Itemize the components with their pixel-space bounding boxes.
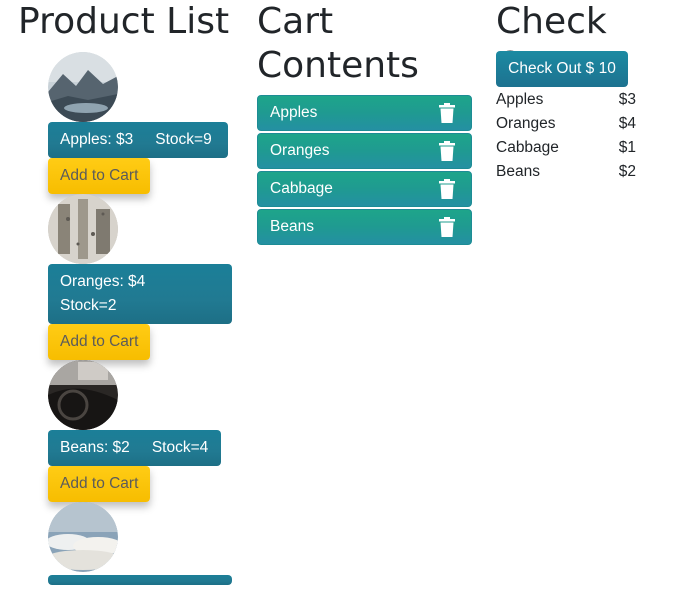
product-list: Apples: $3 Stock=9 Add to Cart Oranges: $… bbox=[48, 52, 238, 590]
summary-item-price: $2 bbox=[618, 163, 636, 180]
product-info: Beans: $2 Stock=4 bbox=[48, 430, 221, 466]
product-stock: Stock=9 bbox=[155, 131, 212, 148]
checkout-column: Check Out Check Out $ 10 Apples$3 Orange… bbox=[496, 0, 671, 180]
cart-item-label: Cabbage bbox=[270, 180, 333, 197]
product-item: Apples: $3 Stock=9 Add to Cart bbox=[48, 52, 238, 194]
cart-item-label: Apples bbox=[270, 104, 318, 121]
summary-item-price: $4 bbox=[618, 115, 636, 132]
cart-item: Cabbage bbox=[257, 171, 472, 207]
add-to-cart-button[interactable]: Add to Cart bbox=[48, 324, 151, 360]
trash-icon[interactable] bbox=[439, 141, 455, 161]
summary-row: Oranges $4 bbox=[496, 112, 636, 136]
summary-item-name: Oranges bbox=[496, 115, 556, 132]
cart-item-label: Oranges bbox=[270, 142, 330, 159]
product-image bbox=[48, 194, 118, 264]
product-info bbox=[48, 575, 232, 585]
product-stock: Stock=2 bbox=[60, 297, 117, 314]
cart-list: Apples Oranges Cabbage Beans bbox=[257, 95, 472, 247]
product-item: Beans: $2 Stock=4 Add to Cart bbox=[48, 360, 238, 502]
summary-item-price: $1 bbox=[618, 139, 636, 156]
trash-icon[interactable] bbox=[439, 179, 455, 199]
cart-item: Beans bbox=[257, 209, 472, 245]
summary-row: Apples $3 bbox=[496, 88, 636, 112]
cart-item-label: Beans bbox=[270, 218, 314, 235]
summary-item-name: Cabbage bbox=[496, 139, 559, 156]
product-item: Oranges: $4 Stock=2 Add to Cart bbox=[48, 194, 238, 360]
cart-title: Cart Contents bbox=[257, 1, 419, 86]
summary-row: Beans $2 bbox=[496, 160, 636, 184]
product-stock: Stock=4 bbox=[151, 439, 209, 456]
product-label: Apples: $3 bbox=[60, 131, 134, 148]
product-label: Oranges: $4 bbox=[60, 273, 146, 290]
summary-item-price: $3 bbox=[618, 91, 636, 108]
product-label: Beans: $2 bbox=[60, 439, 130, 456]
product-image bbox=[48, 502, 118, 572]
summary-row: Cabbage $1 bbox=[496, 136, 636, 160]
trash-icon[interactable] bbox=[439, 103, 455, 123]
product-list-column: Product List Apples: $3 Stock=9 Add to Ca… bbox=[18, 0, 248, 585]
product-info: Oranges: $4 Stock=2 bbox=[48, 264, 232, 324]
product-image bbox=[48, 360, 118, 430]
cart-item: Apples bbox=[257, 95, 472, 131]
product-image bbox=[48, 52, 118, 122]
cart-item: Oranges bbox=[257, 133, 472, 169]
checkout-summary: Apples $3 Oranges $4 Cabbage $1 Beans $2 bbox=[496, 88, 636, 184]
product-info: Apples: $3 Stock=9 bbox=[48, 122, 228, 158]
summary-item-name: Beans bbox=[496, 163, 540, 180]
summary-item-name: Apples bbox=[496, 91, 544, 108]
add-to-cart-button[interactable]: Add to Cart bbox=[48, 158, 151, 194]
trash-icon[interactable] bbox=[439, 217, 455, 237]
cart-column: Cart Contents Apples Oranges Cabbage Bea… bbox=[257, 0, 472, 245]
product-item bbox=[48, 502, 238, 590]
checkout-button[interactable]: Check Out $ 10 bbox=[496, 51, 628, 87]
add-to-cart-button[interactable]: Add to Cart bbox=[48, 466, 151, 502]
product-list-title: Product List bbox=[18, 1, 230, 42]
